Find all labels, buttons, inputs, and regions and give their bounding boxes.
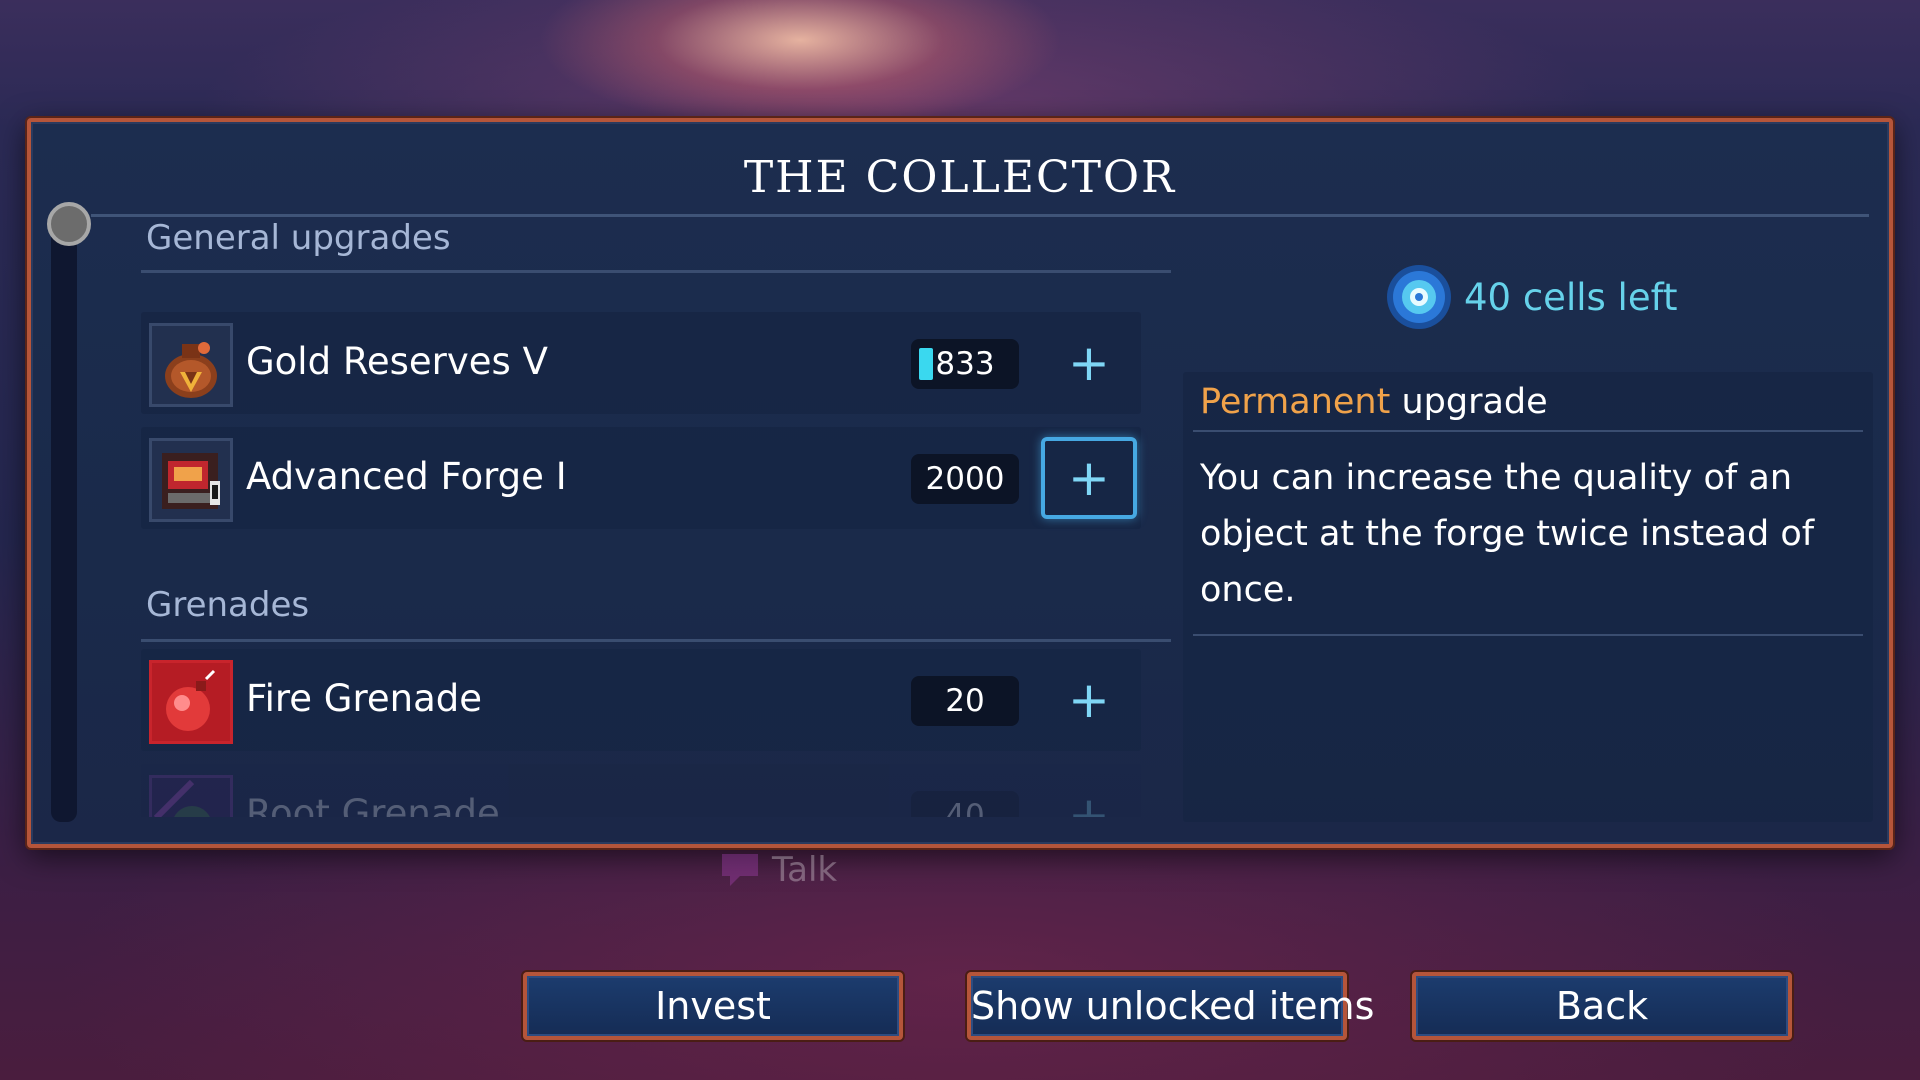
item-cost: 20 [911, 676, 1019, 726]
invest-plus-button[interactable]: + [1041, 437, 1137, 519]
invest-plus-button[interactable]: + [1041, 774, 1137, 817]
section-divider [141, 270, 1171, 273]
back-button[interactable]: Back [1412, 972, 1792, 1040]
show-unlocked-items-button[interactable]: Show unlocked items [967, 972, 1374, 1040]
invest-plus-button[interactable]: + [1041, 659, 1137, 741]
info-divider [1193, 634, 1863, 636]
item-name: Advanced Forge I [246, 455, 567, 498]
item-cost: 40 [911, 791, 1019, 817]
cost-progress-fill [919, 348, 933, 380]
item-cost: 833 [911, 339, 1019, 389]
upgrade-type-rest: upgrade [1390, 382, 1548, 422]
cell-icon [1387, 265, 1451, 329]
item-name: Root Grenade [246, 792, 500, 817]
upgrade-list: Gold Reserves V 833 + Advanced Forge I 2… [141, 312, 1176, 817]
info-panel: Permanent upgrade You can increase the q… [1183, 372, 1873, 822]
cells-left-text: 40 cells left [1464, 275, 1678, 319]
section-divider [141, 639, 1171, 642]
list-item-root-grenade[interactable]: Root Grenade 40 + [141, 764, 1141, 817]
scrollbar-track[interactable] [51, 217, 77, 822]
gold-bag-icon [149, 323, 233, 407]
collector-panel: THE COLLECTOR General upgrades Gold Rese… [27, 118, 1893, 848]
item-name: Gold Reserves V [246, 340, 548, 383]
list-item-fire-grenade[interactable]: Fire Grenade 20 + [141, 649, 1141, 751]
section-label-general-upgrades: General upgrades [146, 218, 451, 258]
panel-title: THE COLLECTOR [743, 152, 1177, 203]
invest-plus-button[interactable]: + [1041, 322, 1137, 404]
talk-label: Talk [772, 850, 838, 890]
list-item-advanced-forge[interactable]: Advanced Forge I 2000 + [141, 427, 1141, 529]
talk-icon [722, 854, 758, 886]
section-label-grenades: Grenades [146, 585, 310, 625]
info-divider [1193, 430, 1863, 432]
list-item-gold-reserves[interactable]: Gold Reserves V 833 + [141, 312, 1141, 414]
item-name: Fire Grenade [246, 677, 483, 720]
upgrade-type-highlight: Permanent [1200, 382, 1391, 422]
forge-icon [149, 438, 233, 522]
root-grenade-icon [149, 775, 233, 817]
upgrade-description: You can increase the quality of an objec… [1200, 458, 1815, 610]
fire-grenade-icon [149, 660, 233, 744]
upgrade-type-label: Permanent upgrade [1200, 382, 1548, 422]
invest-button[interactable]: Invest [523, 972, 903, 1040]
talk-prompt: Talk [718, 850, 837, 890]
item-cost: 2000 [911, 454, 1019, 504]
scrollbar-thumb[interactable] [47, 202, 91, 246]
title-divider [91, 214, 1869, 217]
cells-counter: 40 cells left [1384, 257, 1677, 337]
